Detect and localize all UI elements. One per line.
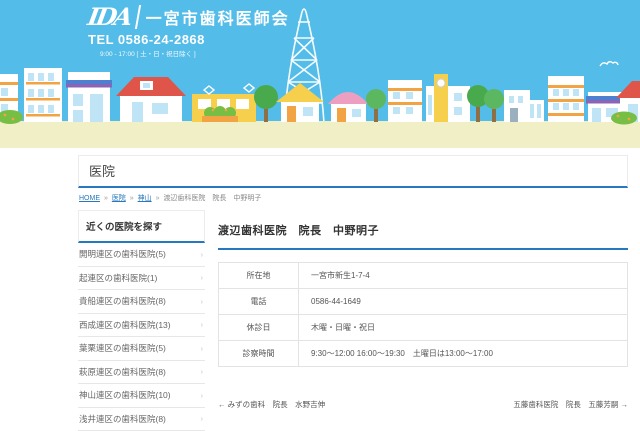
header-phone: TEL 0586-24-2868 bbox=[88, 32, 290, 47]
content-area: 医院 HOME » 医院 » 神山 » 渡辺歯科医院 院長 中野明子 近くの医院… bbox=[78, 148, 628, 431]
chevron-right-icon: › bbox=[201, 299, 203, 306]
sidebar-item-label: 萩原連区の歯科医院(8) bbox=[79, 368, 166, 377]
next-clinic-link[interactable]: 五藤歯科医院 院長 五藤芳嗣 → bbox=[513, 399, 628, 410]
table-row-closed-days: 休診日 木曜・日曜・祝日 bbox=[219, 315, 628, 341]
breadcrumb-current: 渡辺歯科医院 院長 中野明子 bbox=[163, 195, 261, 202]
site-header: IDA 一宮市歯科医師会 TEL 0586-24-2868 9:00 - 17:… bbox=[0, 0, 640, 148]
table-row-address: 所在地 一宮市新生1-7-4 bbox=[219, 263, 628, 289]
site-logo[interactable]: IDA 一宮市歯科医師会 bbox=[88, 5, 290, 29]
row-value: 一宮市新生1-7-4 bbox=[299, 263, 628, 289]
prev-clinic-link[interactable]: ← みずの歯科 院長 水野吉伸 bbox=[218, 399, 325, 410]
chevron-right-icon: › bbox=[201, 346, 203, 353]
row-value: 0586-44-1649 bbox=[299, 289, 628, 315]
chevron-right-icon: › bbox=[201, 393, 203, 400]
sidebar-item-label: 西成連区の歯科医院(13) bbox=[79, 321, 171, 330]
breadcrumb-separator: » bbox=[156, 195, 160, 202]
table-row-phone: 電話 0586-44-1649 bbox=[219, 289, 628, 315]
row-value: 9:30～12:00 16:00～19:30 土曜日は13:00～17:00 bbox=[299, 341, 628, 367]
chevron-right-icon: › bbox=[201, 252, 203, 259]
sidebar-item-kaimei[interactable]: 開明連区の歯科医院(5) › bbox=[78, 243, 205, 267]
main-content: 渡辺歯科医院 院長 中野明子 所在地 一宮市新生1-7-4 電話 0586-44… bbox=[218, 210, 628, 410]
sidebar-item-nishinari[interactable]: 西成連区の歯科医院(13) › bbox=[78, 314, 205, 338]
sidebar-title: 近くの医院を探す bbox=[78, 210, 205, 243]
table-row-hours: 診察時間 9:30～12:00 16:00～19:30 土曜日は13:00～17… bbox=[219, 341, 628, 367]
chevron-right-icon: › bbox=[201, 275, 203, 282]
page-title: 医院 bbox=[78, 155, 628, 188]
sidebar-item-asai[interactable]: 浅井連区の歯科医院(8) › bbox=[78, 408, 205, 431]
sidebar-item-haguri[interactable]: 葉栗連区の歯科医院(5) › bbox=[78, 337, 205, 361]
breadcrumb: HOME » 医院 » 神山 » 渡辺歯科医院 院長 中野明子 bbox=[79, 193, 627, 203]
header-hours-note: 9:00 - 17:00 [ 土・日・祝日除く ] bbox=[88, 48, 290, 58]
clinic-info-table: 所在地 一宮市新生1-7-4 電話 0586-44-1649 休診日 木曜・日曜… bbox=[218, 262, 628, 367]
chevron-right-icon: › bbox=[201, 416, 203, 423]
sidebar-item-label: 貴船連区の歯科医院(8) bbox=[79, 297, 166, 306]
breadcrumb-separator: » bbox=[130, 195, 134, 202]
sidebar-item-label: 神山連区の歯科医院(10) bbox=[79, 391, 171, 400]
breadcrumb-district-link[interactable]: 神山 bbox=[138, 195, 152, 202]
district-list: 開明連区の歯科医院(5) › 起連区の歯科医院(1) › 貴船連区の歯科医院(8… bbox=[78, 243, 205, 431]
header-info: IDA 一宮市歯科医師会 TEL 0586-24-2868 9:00 - 17:… bbox=[88, 5, 290, 58]
row-label: 所在地 bbox=[219, 263, 299, 289]
sidebar-item-okoshi[interactable]: 起連区の歯科医院(1) › bbox=[78, 267, 205, 291]
sidebar-item-label: 葉栗連区の歯科医院(5) bbox=[79, 344, 166, 353]
sidebar: 近くの医院を探す 開明連区の歯科医院(5) › 起連区の歯科医院(1) › 貴船… bbox=[78, 210, 205, 431]
row-label: 診察時間 bbox=[219, 341, 299, 367]
clinic-title: 渡辺歯科医院 院長 中野明子 bbox=[218, 222, 628, 250]
breadcrumb-home-link[interactable]: HOME bbox=[79, 195, 100, 202]
chevron-right-icon: › bbox=[201, 322, 203, 329]
sidebar-item-label: 起連区の歯科医院(1) bbox=[79, 274, 157, 283]
clinic-pagination: ← みずの歯科 院長 水野吉伸 五藤歯科医院 院長 五藤芳嗣 → bbox=[218, 399, 628, 410]
row-value: 木曜・日曜・祝日 bbox=[299, 315, 628, 341]
sidebar-item-label: 開明連区の歯科医院(5) bbox=[79, 250, 166, 259]
sidebar-item-label: 浅井連区の歯科医院(8) bbox=[79, 415, 166, 424]
chevron-right-icon: › bbox=[201, 369, 203, 376]
logo-icon: IDA bbox=[86, 5, 141, 29]
sidebar-item-kifune[interactable]: 貴船連区の歯科医院(8) › bbox=[78, 290, 205, 314]
row-label: 休診日 bbox=[219, 315, 299, 341]
sidebar-item-hagiwara[interactable]: 萩原連区の歯科医院(8) › bbox=[78, 361, 205, 385]
breadcrumb-separator: » bbox=[104, 195, 108, 202]
breadcrumb-clinics-link[interactable]: 医院 bbox=[112, 195, 126, 202]
sidebar-item-kamiyama[interactable]: 神山連区の歯科医院(10) › bbox=[78, 384, 205, 408]
row-label: 電話 bbox=[219, 289, 299, 315]
columns: 近くの医院を探す 開明連区の歯科医院(5) › 起連区の歯科医院(1) › 貴船… bbox=[78, 210, 628, 431]
site-title: 一宮市歯科医師会 bbox=[146, 5, 290, 29]
